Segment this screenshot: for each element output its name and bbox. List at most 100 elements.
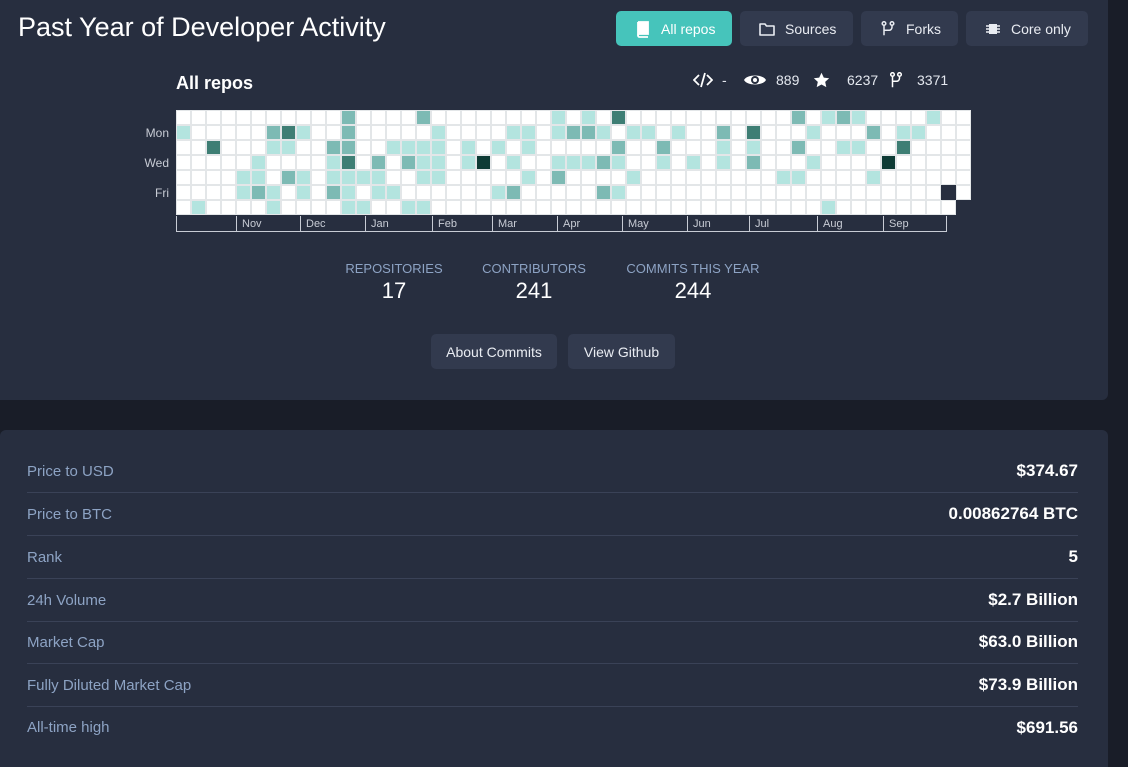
filter-all-repos-button[interactable]: All repos (616, 11, 732, 46)
heatmap-cell (911, 140, 926, 155)
heatmap-cell (551, 125, 566, 140)
heatmap-cell (461, 110, 476, 125)
heatmap-cell (716, 185, 731, 200)
price-row-fdmc: Fully Diluted Market Cap $73.9 Billion (27, 664, 1078, 707)
heatmap-cell (701, 200, 716, 215)
heatmap-cell (626, 110, 641, 125)
month-label-mar: Mar (492, 216, 557, 232)
filter-core-only-button[interactable]: Core only (966, 11, 1088, 46)
heatmap-cell (671, 170, 686, 185)
heatmap-cell (251, 185, 266, 200)
month-label-jul: Jul (749, 216, 817, 232)
day-label-fri: Fri (155, 186, 169, 200)
heatmap-cell (416, 110, 431, 125)
heatmap-cell (371, 140, 386, 155)
heatmap-cell (866, 110, 881, 125)
heatmap-cell (491, 140, 506, 155)
folder-icon (759, 22, 775, 36)
heatmap-cell (176, 155, 191, 170)
day-label-wed: Wed (144, 156, 169, 170)
heatmap-cell (941, 110, 956, 125)
heatmap-cell (311, 125, 326, 140)
heatmap-cell (566, 140, 581, 155)
month-label-apr: Apr (557, 216, 622, 232)
heatmap-cell (911, 185, 926, 200)
heatmap-cell (326, 170, 341, 185)
heatmap-cell (206, 155, 221, 170)
heatmap-cell (866, 125, 881, 140)
heatmap-cell (326, 125, 341, 140)
heatmap-cell (566, 200, 581, 215)
heatmap-cell (221, 200, 236, 215)
month-label-feb: Feb (432, 216, 492, 232)
heatmap-cell (761, 125, 776, 140)
heatmap-cell (911, 110, 926, 125)
heatmap-cell (236, 125, 251, 140)
heatmap-cell (926, 125, 941, 140)
heatmap-cell (401, 155, 416, 170)
heatmap-cell (671, 125, 686, 140)
code-icon (693, 72, 713, 88)
heatmap-cell (836, 125, 851, 140)
heatmap-cell (956, 185, 971, 200)
heatmap-cell (266, 200, 281, 215)
heatmap-cell (401, 170, 416, 185)
heatmap-cell (326, 200, 341, 215)
heatmap-cell (281, 185, 296, 200)
heatmap-cell (506, 155, 521, 170)
heatmap-cell (746, 125, 761, 140)
heatmap-cell (191, 200, 206, 215)
price-value: $63.0 Billion (978, 632, 1078, 651)
heatmap-cell (296, 110, 311, 125)
heatmap-cell (446, 170, 461, 185)
heatmap-cell (176, 200, 191, 215)
heatmap-cell (356, 200, 371, 215)
heatmap-cell (941, 200, 956, 215)
heatmap-cell (371, 155, 386, 170)
about-commits-button[interactable]: About Commits (431, 334, 557, 369)
filter-label: Sources (785, 20, 837, 37)
heatmap-cell (701, 140, 716, 155)
heatmap-cell (431, 155, 446, 170)
heatmap-cell (686, 110, 701, 125)
heatmap-cell (716, 110, 731, 125)
heatmap-cell (656, 185, 671, 200)
heatmap-cell (566, 125, 581, 140)
heatmap-cell (881, 125, 896, 140)
heatmap-cell (176, 110, 191, 125)
heatmap-cell (176, 185, 191, 200)
heatmap-cell (896, 140, 911, 155)
filter-sources-button[interactable]: Sources (740, 11, 853, 46)
heatmap-cell (581, 155, 596, 170)
heatmap-cell (566, 185, 581, 200)
heatmap-cell (836, 155, 851, 170)
heatmap-cell (926, 140, 941, 155)
filter-label: Forks (906, 20, 941, 37)
heatmap-cell (956, 140, 971, 155)
heatmap-cell (866, 155, 881, 170)
price-value: $73.9 Billion (978, 675, 1078, 694)
heatmap-cell (806, 125, 821, 140)
month-label-dec: Dec (300, 216, 365, 232)
heatmap-cell (311, 140, 326, 155)
heatmap-cell (296, 200, 311, 215)
heatmap-cell (626, 140, 641, 155)
heatmap-cell (431, 170, 446, 185)
heatmap-cell (281, 110, 296, 125)
heatmap-cell (551, 170, 566, 185)
heatmap-cell (716, 200, 731, 215)
month-label-nov: Nov (236, 216, 301, 232)
heatmap-cell (551, 155, 566, 170)
heatmap-cell (821, 110, 836, 125)
heatmap-cell (761, 155, 776, 170)
price-value: $374.67 (1016, 461, 1078, 480)
filter-forks-button[interactable]: Forks (861, 11, 958, 46)
heatmap-cell (236, 185, 251, 200)
heatmap-cell (491, 125, 506, 140)
repositories-metric: REPOSITORIES 17 (345, 261, 443, 304)
price-panel: Price to USD $374.67 Price to BTC 0.0086… (0, 430, 1108, 767)
view-github-button[interactable]: View Github (568, 334, 675, 369)
heatmap-cell (236, 155, 251, 170)
heatmap-cell (416, 170, 431, 185)
heatmap-cell (536, 170, 551, 185)
